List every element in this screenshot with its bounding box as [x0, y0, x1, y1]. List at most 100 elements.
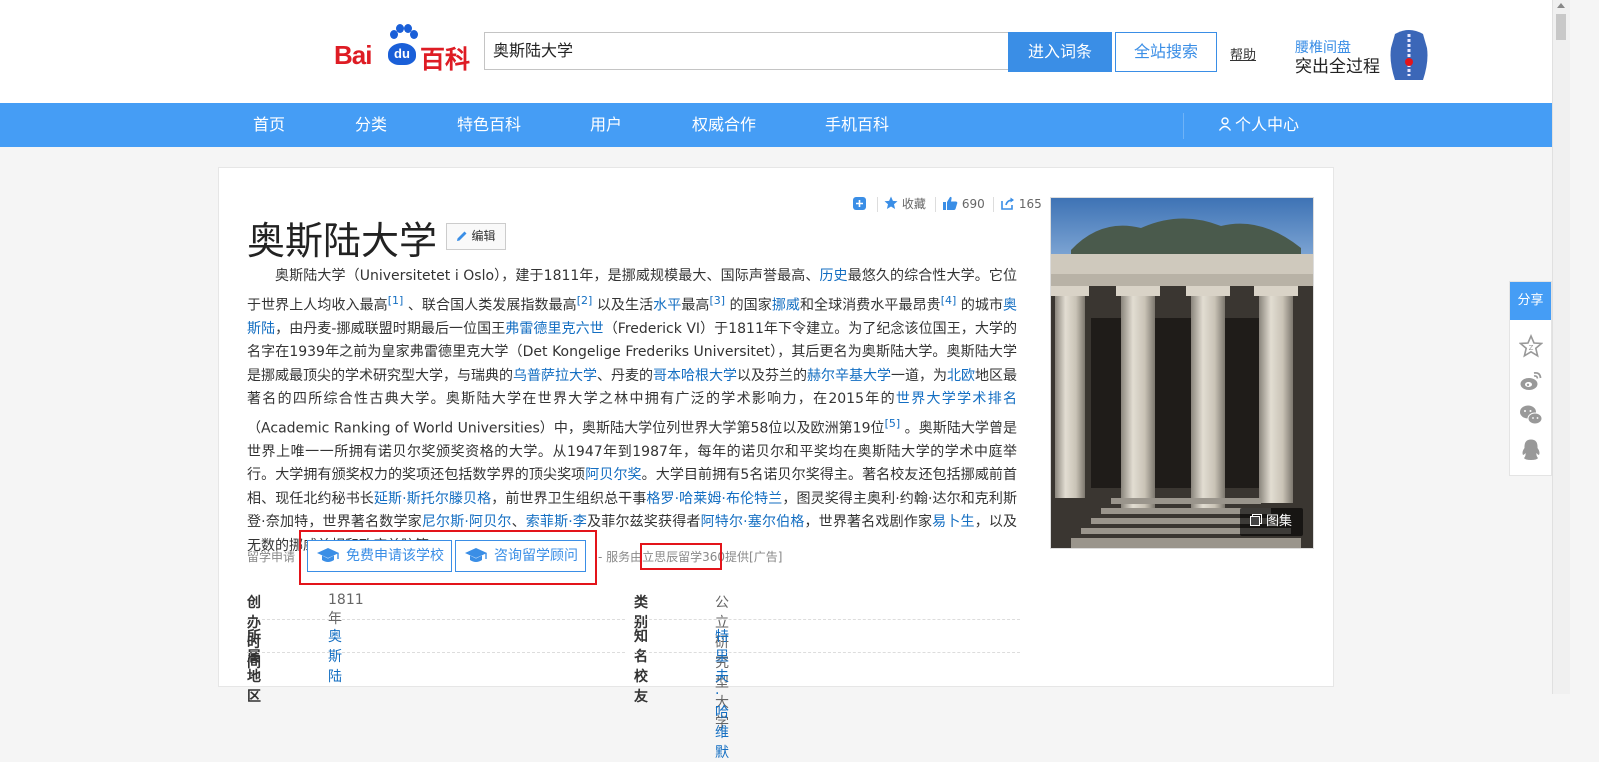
qq-icon[interactable]	[1519, 438, 1543, 462]
summary-link[interactable]: 挪威	[772, 297, 800, 313]
summary-text: （Academic Ranking of World Universities）…	[247, 420, 885, 437]
favorite-button[interactable]: 收藏	[884, 194, 926, 214]
nav-featured[interactable]: 特色百科	[457, 103, 521, 147]
nav-categories[interactable]: 分类	[355, 103, 387, 147]
nav-authority[interactable]: 权威合作	[692, 103, 756, 147]
citation-link[interactable]: [2]	[577, 294, 593, 307]
logo-text-bai: Bai	[334, 40, 372, 70]
share-header: 分享	[1510, 282, 1551, 320]
university-photo[interactable]	[1050, 197, 1314, 549]
summary-text: 最高	[681, 297, 710, 314]
row-divider	[634, 619, 1020, 620]
summary-link[interactable]: 延斯·斯托尔滕贝格	[374, 491, 491, 507]
weibo-icon[interactable]	[1519, 369, 1543, 393]
logo-text-du: du	[388, 43, 416, 65]
search-input[interactable]: 奥斯陆大学	[484, 32, 1008, 70]
study-abroad-label: 留学申请	[247, 550, 296, 564]
page-scrollbar[interactable]	[1552, 0, 1570, 694]
row-divider	[247, 619, 625, 620]
thumbs-up-icon	[943, 196, 958, 210]
star-icon	[884, 196, 898, 209]
add-entry-button[interactable]	[853, 194, 866, 214]
gallery-button[interactable]: 图集	[1240, 508, 1303, 536]
like-count: 690	[961, 197, 985, 211]
user-icon	[1218, 117, 1232, 131]
plus-square-icon	[853, 197, 866, 210]
summary-text: 奥斯陆大学（Universitetet i Oslo），建于1811年，是挪威规…	[275, 268, 820, 284]
summary-link[interactable]: 阿贝尔奖	[585, 467, 641, 483]
summary-text: 及菲尔兹奖获得者	[587, 514, 701, 531]
scroll-up-arrow-icon[interactable]	[1557, 3, 1565, 8]
summary-link[interactable]: 尼尔斯·阿贝尔	[422, 514, 512, 530]
action-separator	[877, 197, 878, 212]
summary-text: ，前世界卫生组织总干事	[491, 490, 647, 507]
favorite-label: 收藏	[901, 197, 926, 211]
spine-torso-icon	[1390, 30, 1428, 80]
share-sidebar: 分享 Z	[1509, 281, 1552, 476]
summary-link[interactable]: 易卜生	[932, 514, 975, 530]
like-button[interactable]: 690	[943, 194, 985, 214]
summary-text: ，由丹麦-挪威联盟时期最后一位国王	[275, 320, 506, 337]
action-separator	[993, 197, 994, 212]
row-divider	[634, 652, 1020, 653]
personal-center-label: 个人中心	[1235, 115, 1300, 134]
share-count: 165	[1018, 197, 1042, 211]
summary-text: 、丹麦的	[597, 367, 653, 384]
paw-icon	[390, 24, 418, 42]
nav-home[interactable]: 首页	[253, 103, 285, 147]
nav-users[interactable]: 用户	[590, 103, 622, 147]
wechat-icon[interactable]	[1519, 403, 1543, 427]
gallery-icon	[1250, 514, 1262, 526]
summary-link[interactable]: 世界大学学术排名	[896, 391, 1017, 407]
citation-link[interactable]: [3]	[709, 294, 725, 307]
nav-personal-center[interactable]: 个人中心	[1218, 103, 1299, 147]
help-link[interactable]: 帮助	[1230, 44, 1256, 63]
summary-text: 的国家	[725, 297, 772, 314]
article-summary: 奥斯陆大学（Universitetet i Oslo），建于1811年，是挪威规…	[247, 265, 1017, 558]
summary-link[interactable]: 乌普萨拉大学	[513, 368, 597, 384]
summary-link[interactable]: 索菲斯·李	[526, 514, 587, 530]
info-name: 所属地区	[247, 629, 261, 705]
main-navbar: 首页 分类 特色百科 用户 权威合作 手机百科 个人中心	[0, 103, 1552, 147]
summary-link[interactable]: 赫尔辛基大学	[807, 368, 891, 384]
svg-text:Z: Z	[1529, 344, 1534, 352]
info-value: 1811年	[328, 592, 364, 627]
summary-link[interactable]: 北欧	[947, 368, 975, 384]
ad-line-2: 突出全过程	[1295, 57, 1380, 77]
colonnade-illustration	[1051, 198, 1313, 548]
share-arrow-icon	[1001, 197, 1014, 210]
edit-button[interactable]: 编辑	[446, 223, 506, 250]
citation-link[interactable]: [4]	[941, 294, 957, 307]
top-advertisement[interactable]: 腰椎间盘 突出全过程	[1295, 28, 1435, 80]
summary-link[interactable]: 哥本哈根大学	[653, 368, 737, 384]
summary-text: 以及生活	[592, 297, 654, 314]
summary-text: 一道，为	[891, 367, 947, 384]
citation-link[interactable]: [1]	[388, 294, 404, 307]
annotation-box-provider	[640, 543, 722, 570]
scroll-thumb[interactable]	[1556, 14, 1566, 40]
summary-link[interactable]: 阿特尔·塞尔伯格	[701, 514, 805, 530]
summary-link[interactable]: 历史	[819, 268, 847, 284]
edit-label: 编辑	[471, 229, 496, 243]
summary-link[interactable]: 弗雷德里克六世	[505, 321, 603, 337]
row-divider	[247, 652, 625, 653]
summary-text: 和全球消费水平最昂贵	[799, 297, 941, 314]
summary-link[interactable]: 水平	[653, 297, 681, 313]
alumni-link[interactable]: 特里夫·哈维默	[715, 626, 729, 762]
nav-mobile[interactable]: 手机百科	[825, 103, 889, 147]
pencil-icon	[457, 231, 467, 241]
annotation-box-buttons	[299, 530, 597, 585]
summary-text: ，世界著名戏剧作家	[804, 514, 933, 531]
share-count-button[interactable]: 165	[1001, 194, 1042, 214]
baidu-baike-logo[interactable]: Bai du 百科	[332, 22, 472, 74]
action-separator	[935, 197, 936, 212]
summary-link[interactable]: 格罗·哈莱姆·布伦特兰	[646, 491, 782, 507]
info-name: 知名校友	[634, 629, 648, 705]
favorite-star-icon[interactable]: Z	[1519, 334, 1543, 358]
site-search-button[interactable]: 全站搜索	[1115, 32, 1217, 72]
page-title: 奥斯陆大学	[247, 219, 438, 263]
citation-link[interactable]: [5]	[885, 417, 901, 430]
summary-text: 以及芬兰的	[737, 367, 807, 384]
region-link[interactable]: 奥斯陆	[328, 626, 342, 686]
enter-entry-button[interactable]: 进入词条	[1008, 32, 1112, 72]
